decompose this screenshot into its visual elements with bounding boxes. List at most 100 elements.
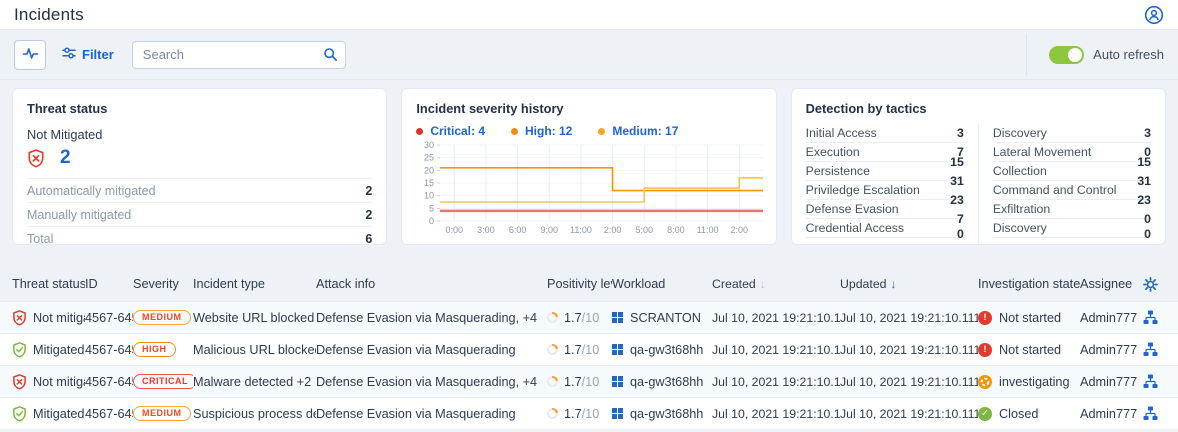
- windows-icon: [612, 408, 623, 419]
- column-header-incident-type[interactable]: Incident type: [193, 277, 316, 291]
- auto-refresh-toggle[interactable]: [1049, 46, 1084, 64]
- gauge-icon: [547, 407, 560, 421]
- tactic-row-partial: 0: [993, 238, 1151, 245]
- filter-label: Filter: [82, 47, 114, 62]
- tactic-row: Discovery3: [993, 124, 1151, 143]
- incident-type: Website URL blocked: [193, 311, 316, 325]
- toggle-knob: [1068, 48, 1082, 62]
- shield-x-icon: [12, 310, 27, 326]
- tactics-panel: Detection by tactics Initial Access3 Exe…: [791, 88, 1166, 245]
- toolbar: Filter Auto refresh: [0, 30, 1178, 80]
- attack-info: Defense Evasion via Masquerading, +4: [316, 311, 547, 325]
- shield-check-icon: [12, 342, 27, 358]
- column-header-updated[interactable]: Updated ↓: [840, 277, 978, 291]
- search-icon[interactable]: [323, 47, 338, 65]
- updated-timestamp: Jul 10, 2021 19:21:10.111: [840, 407, 978, 421]
- positivity-value: 1.7: [564, 375, 582, 389]
- not-mitigated-label: Not Mitigated: [27, 127, 372, 142]
- positivity-value: 1.7: [564, 407, 582, 421]
- table-row[interactable]: Not mitigated 4567-6459 CRITICAL Malware…: [0, 365, 1178, 397]
- sort-down-icon[interactable]: ↓: [760, 277, 766, 291]
- column-header-investigation-state[interactable]: Investigation state: [978, 277, 1080, 291]
- tactic-row: Initial Access3: [806, 124, 964, 143]
- tactics-left-column: Initial Access3 Execution7 Persistence15…: [806, 124, 964, 245]
- legend-medium[interactable]: Medium: 17: [598, 124, 678, 138]
- sort-down-icon[interactable]: ↓: [891, 277, 897, 291]
- column-header-attack-info[interactable]: Attack info: [316, 277, 547, 291]
- column-settings[interactable]: [1142, 277, 1166, 292]
- toolbar-divider: [1026, 34, 1027, 76]
- filter-button[interactable]: Filter: [62, 46, 114, 63]
- sliders-icon: [62, 46, 76, 63]
- column-header-created[interactable]: Created ↓: [712, 277, 840, 291]
- activity-button[interactable]: [14, 40, 46, 70]
- user-account-icon[interactable]: [1144, 5, 1164, 25]
- incident-id: 4567-6459: [85, 375, 133, 389]
- attack-info: Defense Evasion via Masquerading: [316, 407, 547, 421]
- windows-icon: [612, 312, 623, 323]
- column-header-assignee[interactable]: Assignee: [1080, 277, 1142, 291]
- attack-info: Defense Evasion via Masquerading, +4: [316, 375, 547, 389]
- svg-text:10: 10: [424, 191, 434, 201]
- high-dot-icon: [511, 128, 518, 135]
- tactic-row: Command and Control31: [993, 181, 1151, 200]
- incident-id: 4567-6458: [85, 343, 133, 357]
- column-header-workload[interactable]: Workload: [612, 277, 712, 291]
- critical-dot-icon: [416, 128, 423, 135]
- tactic-row: Execution7: [806, 143, 964, 162]
- incident-type: Suspicious process detected: [193, 407, 316, 421]
- column-header-id[interactable]: ID: [85, 277, 133, 291]
- investigation-state-text: Not started: [999, 343, 1061, 357]
- severity-badge: HIGH: [133, 342, 176, 358]
- investigating-icon: [978, 375, 992, 389]
- tactic-row: Collection15: [993, 162, 1151, 181]
- assignee-name: Admin777: [1080, 375, 1142, 389]
- tactic-row: Discovery0: [993, 219, 1151, 238]
- windows-icon: [612, 376, 623, 387]
- workload-hierarchy-icon[interactable]: [1143, 406, 1158, 421]
- column-header-severity[interactable]: Severity: [133, 277, 193, 291]
- svg-text:15: 15: [424, 178, 434, 188]
- severity-history-chart: 0510152025300:003:006:009:0011:002:005:0…: [416, 140, 761, 240]
- svg-text:6:00: 6:00: [509, 225, 527, 235]
- svg-text:11:00: 11:00: [697, 225, 719, 235]
- tactic-row-partial: 0: [806, 238, 964, 245]
- tactics-right-column: Discovery3 Lateral Movement0 Collection1…: [978, 124, 1151, 245]
- assignee-name: Admin777: [1080, 311, 1142, 325]
- positivity-value: 1.7: [564, 343, 582, 357]
- svg-text:2:00: 2:00: [604, 225, 622, 235]
- assignee-name: Admin777: [1080, 407, 1142, 421]
- table-row[interactable]: Not mitigated 4567-6457 MEDIUM Website U…: [0, 301, 1178, 333]
- threat-status-title: Threat status: [27, 101, 372, 116]
- severity-history-panel: Incident severity history Critical: 4 Hi…: [401, 88, 776, 245]
- workload-hierarchy-icon[interactable]: [1143, 310, 1158, 325]
- svg-text:2:00: 2:00: [731, 225, 749, 235]
- threat-status-text: Mitigated: [33, 343, 84, 357]
- legend-high[interactable]: High: 12: [511, 124, 572, 138]
- search-input[interactable]: [132, 41, 346, 69]
- table-row[interactable]: Mitigated 4567-6457 MEDIUM Suspicious pr…: [0, 397, 1178, 429]
- threat-status-text: Mitigated: [33, 407, 84, 421]
- workload-hierarchy-icon[interactable]: [1143, 342, 1158, 357]
- investigation-state-text: Closed: [999, 407, 1039, 421]
- svg-text:0:00: 0:00: [446, 225, 464, 235]
- chart-legend: Critical: 4 High: 12 Medium: 17: [416, 124, 761, 138]
- stat-row-total: Total 6: [27, 226, 372, 245]
- svg-text:20: 20: [424, 165, 434, 175]
- workload-name: SCRANTON: [630, 311, 701, 325]
- workload-hierarchy-icon[interactable]: [1143, 374, 1158, 389]
- svg-text:9:00: 9:00: [541, 225, 559, 235]
- not-mitigated-count-link[interactable]: 2: [60, 147, 71, 169]
- incident-id: 4567-6457: [85, 407, 133, 421]
- legend-critical[interactable]: Critical: 4: [416, 124, 485, 138]
- table-row[interactable]: Mitigated 4567-6458 HIGH Malicious URL b…: [0, 333, 1178, 365]
- column-header-threat-status[interactable]: Threat status: [12, 277, 85, 291]
- closed-icon: ✓: [978, 407, 992, 421]
- svg-text:8:00: 8:00: [667, 225, 685, 235]
- top-bar: Incidents: [0, 0, 1178, 30]
- positivity-value: 1.7: [564, 311, 582, 325]
- created-timestamp: Jul 10, 2021 19:21:10.111: [712, 407, 840, 421]
- threat-status-text: Not mitigated: [33, 311, 85, 325]
- column-header-positivity[interactable]: Positivity level ⓘ: [547, 276, 612, 293]
- gear-icon[interactable]: [1143, 277, 1158, 292]
